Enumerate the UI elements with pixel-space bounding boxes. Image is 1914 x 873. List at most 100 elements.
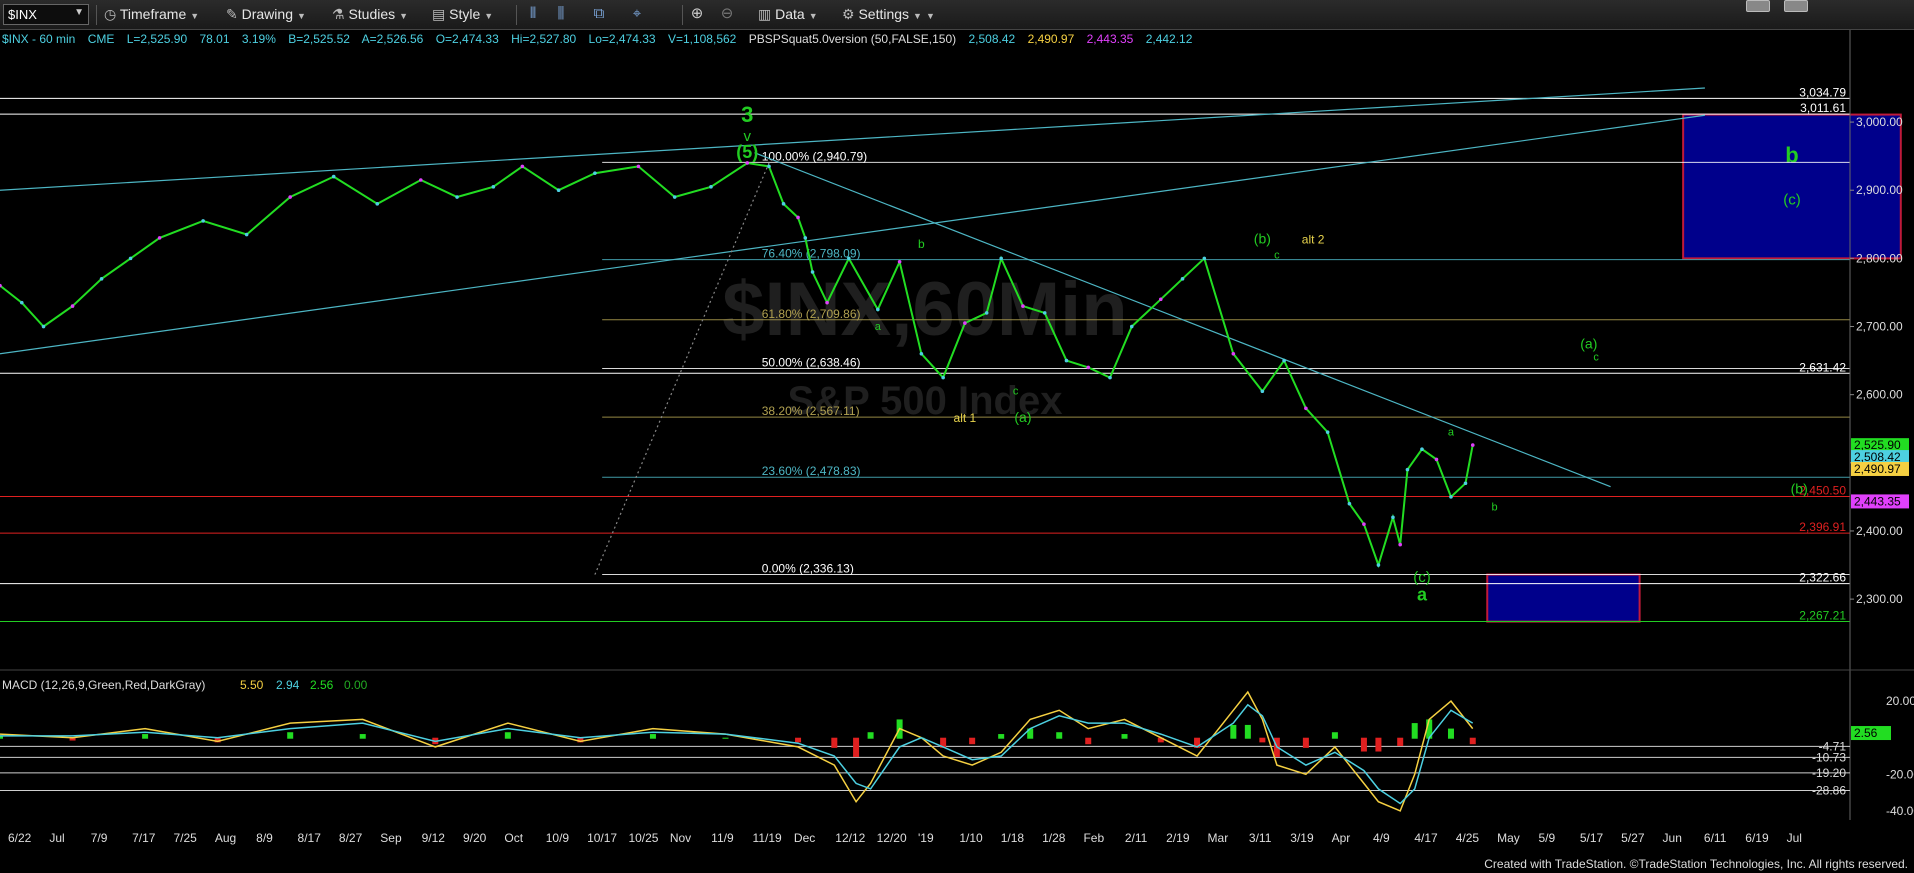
time-axis-label: Feb — [1083, 831, 1104, 845]
timeframe-menu[interactable]: ◷ Timeframe ▼ — [104, 6, 199, 23]
chart-layout-icon[interactable]: ⧉ — [588, 4, 610, 24]
symbol-input[interactable]: $INX ▼ — [3, 4, 89, 25]
time-axis-label: Jun — [1663, 831, 1682, 845]
time-axis-label: Dec — [794, 831, 815, 845]
studies-menu[interactable]: ⚗ Studies ▼ — [332, 6, 408, 23]
clock-icon: ◷ — [104, 6, 117, 22]
wave-label: c — [1593, 352, 1599, 364]
style-menu[interactable]: ▤ Style ▼ — [432, 6, 493, 23]
macd-histogram-bar — [1375, 737, 1382, 752]
wave-label: alt 1 — [954, 411, 977, 425]
horizontal-levels: 3,034.793,011.612,631.422,450.502,396.91… — [0, 85, 1850, 622]
macd-current-label: 2.56 — [1854, 726, 1878, 740]
time-axis-label: 6/22 — [8, 831, 32, 845]
zone-label: b — [1785, 143, 1798, 168]
maximize-button[interactable] — [1784, 0, 1808, 12]
time-axis-label: 2/19 — [1166, 831, 1190, 845]
time-axis-label: 8/27 — [339, 831, 363, 845]
time-axis-label: 1/10 — [959, 831, 983, 845]
price-point — [1362, 522, 1366, 526]
price-point — [1347, 501, 1352, 506]
price-point — [803, 236, 808, 240]
data-menu[interactable]: ▥ Data ▼ — [758, 6, 818, 23]
price-series — [0, 161, 1475, 569]
caret-down-icon: ▼ — [190, 11, 200, 21]
time-axis-label: Mar — [1208, 831, 1229, 845]
level-label: 2,322.66 — [1799, 571, 1846, 585]
price-point — [1376, 563, 1381, 567]
flask-icon: ⚗ — [332, 6, 345, 22]
macd-tick-label: -20.00 — [1886, 767, 1914, 781]
time-axis-label: 1/18 — [1001, 831, 1025, 845]
wave-label: (a) — [1014, 409, 1031, 425]
macd-line — [0, 690, 1474, 812]
price-point — [1470, 443, 1475, 447]
price-point — [1108, 375, 1112, 380]
chart-area[interactable]: $INX,60Min S&P 500 Index b(c) 3,034.793,… — [0, 30, 1914, 850]
macd-value: 5.50 — [240, 678, 264, 692]
price-point — [672, 195, 677, 199]
time-axis-label: 1/28 — [1042, 831, 1066, 845]
time-axis-label: Sep — [380, 831, 402, 845]
pencil-icon: ✎ — [226, 6, 238, 22]
wave-label: (5) — [736, 142, 758, 162]
symbol-dropdown-icon[interactable]: ▼ — [74, 7, 84, 18]
gear-icon: ⚙ — [842, 6, 855, 22]
macd-histogram-bar — [359, 734, 366, 739]
price-point — [520, 164, 525, 169]
price-tag-label: 2,443.35 — [1854, 494, 1901, 508]
price-point — [41, 324, 46, 329]
time-axis: 6/22 Jul 7/9 7/17 7/25 Aug 8/9 8/17 8/27 Sep 9/12 9… — [8, 831, 1802, 845]
price-point — [418, 178, 423, 182]
bar-compress-icon[interactable]: ⫼ — [550, 4, 572, 24]
price-point — [157, 236, 162, 240]
time-axis-label: 7/9 — [91, 831, 108, 845]
time-axis-label: Oct — [504, 831, 523, 845]
macd-histogram-bar — [649, 734, 656, 739]
wave-label: (b) — [1791, 480, 1808, 496]
price-point — [593, 171, 597, 175]
bar-spacing-icon[interactable]: ⫴ — [522, 4, 544, 24]
toolbar-separator — [96, 5, 97, 25]
zoom-in-icon[interactable]: ⊕ — [686, 4, 708, 24]
minimize-button[interactable] — [1746, 0, 1770, 12]
macd-level-label: -19.20 — [1812, 766, 1846, 780]
wave-label: b — [918, 237, 925, 251]
drawing-menu[interactable]: ✎ Drawing ▼ — [226, 6, 306, 23]
cursor-icon[interactable]: ⌖ — [626, 4, 648, 24]
macd-histogram-bar — [1244, 724, 1251, 739]
time-axis-label: 3/19 — [1290, 831, 1314, 845]
price-point — [941, 375, 945, 380]
macd-tick-label: 20.00 — [1886, 694, 1914, 708]
time-axis-label: 7/17 — [132, 831, 156, 845]
macd-histogram-bar — [722, 737, 729, 739]
toolbar-separator — [516, 5, 517, 25]
wave-label: 3 — [741, 102, 753, 127]
macd-histogram-bar — [998, 734, 1005, 739]
macd-title: MACD (12,26,9,Green,Red,DarkGray) — [2, 678, 205, 692]
macd-tick-label: -40.00 — [1886, 804, 1914, 818]
price-point — [1420, 447, 1424, 451]
macd-histogram-bar — [1085, 737, 1092, 745]
settings-menu[interactable]: ⚙ Settings ▼ ▼ — [842, 6, 935, 23]
time-axis-label: 5/9 — [1538, 831, 1555, 845]
macd-histogram-bar — [1411, 723, 1418, 739]
price-point — [984, 311, 989, 315]
price-point — [331, 174, 336, 179]
price-point — [999, 256, 1003, 261]
macd-histogram-bar — [1447, 728, 1454, 739]
zoom-out-icon[interactable]: ⊖ — [716, 4, 738, 24]
macd-histogram-bar — [853, 737, 860, 757]
price-point — [128, 256, 133, 261]
time-axis-label: Nov — [670, 831, 691, 845]
wave-label: (a) — [1580, 335, 1597, 351]
time-axis-label: 11/19 — [753, 831, 782, 845]
macd-histogram-bar — [504, 732, 511, 739]
time-axis-label: 3/11 — [1249, 831, 1272, 845]
price-point — [375, 202, 380, 206]
macd-histogram-bar — [867, 732, 874, 739]
fib-label: 38.20% (2,567.11) — [762, 404, 860, 418]
time-axis-label: 5/27 — [1621, 831, 1645, 845]
time-axis-label: 12/12 — [835, 831, 865, 845]
macd-histogram-bar — [1230, 724, 1237, 739]
